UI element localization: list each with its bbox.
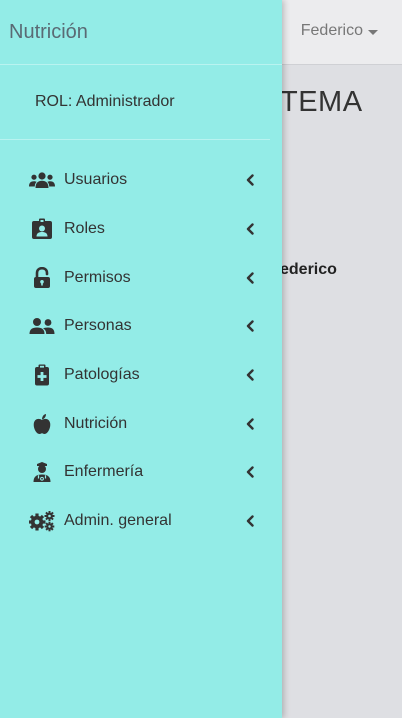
sidebar-item-nutricion[interactable]: Nutrición	[0, 399, 282, 448]
sidebar-item-label: Admin. general	[64, 512, 172, 530]
chevron-left-icon[interactable]	[244, 418, 256, 430]
chevron-left-icon[interactable]	[244, 320, 256, 333]
user-dropdown[interactable]: Federico	[301, 22, 378, 40]
sidebar-item-enfermeria[interactable]: Enfermería	[0, 448, 282, 497]
apple-icon	[29, 413, 55, 435]
chevron-left-icon[interactable]	[244, 272, 256, 284]
user-friends-icon	[29, 315, 55, 337]
sidebar-item-label: Enfermería	[64, 463, 144, 481]
clipboard-medical-icon	[29, 364, 55, 386]
user-nurse-icon	[29, 461, 55, 483]
caret-down-icon	[368, 29, 378, 35]
user-role: ROL: Administrador	[0, 65, 270, 140]
sidebar-item-patologias[interactable]: Patologías	[0, 351, 282, 400]
sidebar-item-label: Permisos	[64, 268, 131, 286]
welcome-user-name: ederico	[280, 261, 337, 278]
sidebar: Nutrición ROL: Administrador Usuarios Ro…	[0, 0, 282, 718]
sidebar-item-admin-general[interactable]: Admin. general	[0, 497, 282, 546]
cogs-icon	[29, 510, 55, 532]
sidebar-menu: Usuarios Roles Permisos Personas Patolog…	[0, 140, 282, 546]
sidebar-brand[interactable]: Nutrición	[0, 0, 282, 65]
chevron-left-icon[interactable]	[244, 174, 256, 187]
chevron-left-icon[interactable]	[244, 369, 256, 381]
sidebar-item-roles[interactable]: Roles	[0, 205, 282, 254]
chevron-left-icon[interactable]	[244, 466, 256, 479]
sidebar-item-personas[interactable]: Personas	[0, 302, 282, 351]
users-icon	[29, 169, 55, 191]
chevron-left-icon[interactable]	[244, 223, 256, 235]
chevron-left-icon[interactable]	[244, 515, 256, 527]
sidebar-item-label: Usuarios	[64, 171, 128, 189]
sidebar-item-label: Nutrición	[64, 414, 128, 432]
sidebar-item-label: Personas	[64, 317, 132, 335]
user-name: Federico	[300, 22, 363, 39]
sidebar-item-label: Patologías	[64, 366, 140, 384]
unlock-icon	[29, 266, 55, 289]
id-badge-icon	[29, 218, 55, 240]
page-heading: TEMA	[280, 86, 363, 118]
sidebar-item-label: Roles	[64, 220, 105, 238]
sidebar-item-usuarios[interactable]: Usuarios	[0, 156, 282, 205]
sidebar-item-permisos[interactable]: Permisos	[0, 253, 282, 302]
